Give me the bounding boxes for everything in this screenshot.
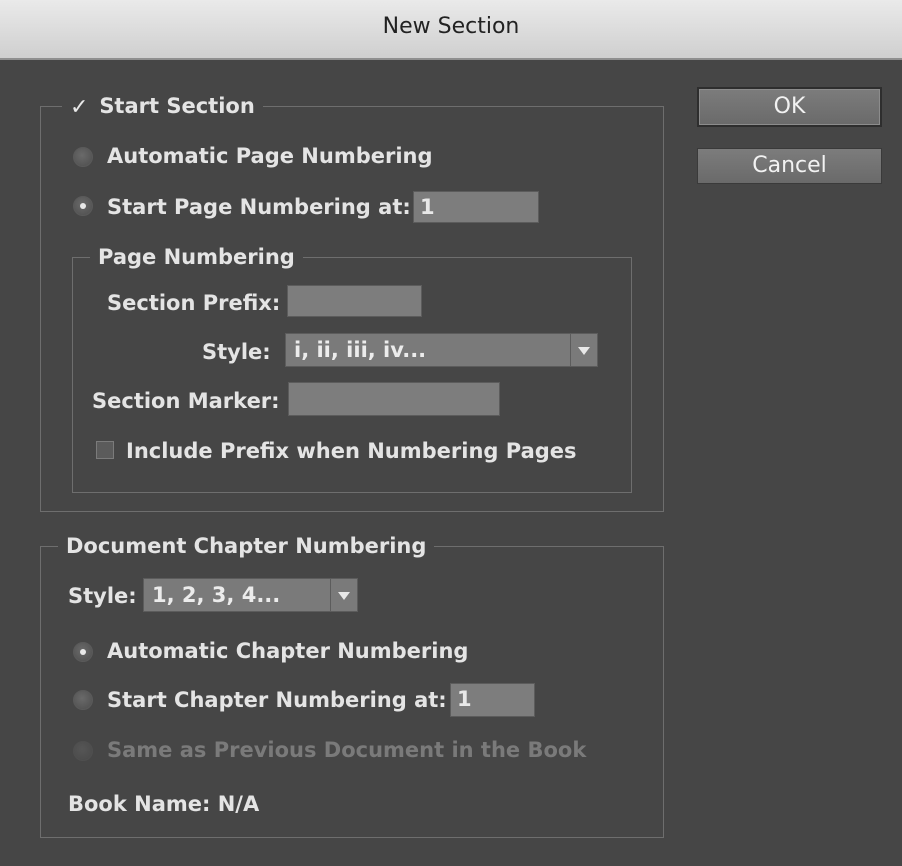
chapter-style-label: Style:: [68, 584, 137, 608]
section-prefix-input[interactable]: [287, 285, 422, 317]
chevron-down-icon: [338, 592, 350, 600]
same-as-previous-radio[interactable]: [73, 741, 93, 761]
same-as-previous-label: Same as Previous Document in the Book: [107, 738, 587, 762]
page-style-label: Style:: [202, 340, 271, 364]
page-style-dropdown[interactable]: [570, 334, 597, 366]
new-section-dialog: New Section OK Cancel ✓ Start Section Au…: [0, 0, 902, 866]
start-section-label: Start Section: [99, 94, 255, 118]
automatic-page-numbering-radio[interactable]: [73, 147, 93, 167]
section-marker-input[interactable]: [288, 382, 500, 416]
start-page-number-input[interactable]: 1: [413, 191, 539, 223]
cancel-button-label: Cancel: [752, 153, 827, 178]
page-numbering-legend: Page Numbering: [90, 243, 303, 271]
automatic-chapter-numbering-label: Automatic Chapter Numbering: [107, 639, 469, 663]
start-section-checkbox[interactable]: ✓: [70, 97, 92, 119]
include-prefix-label: Include Prefix when Numbering Pages: [126, 439, 577, 463]
chapter-style-dropdown[interactable]: [330, 579, 357, 611]
automatic-chapter-numbering-radio[interactable]: [73, 642, 93, 662]
dialog-title: New Section: [382, 14, 520, 39]
start-chapter-number-input[interactable]: 1: [450, 683, 535, 717]
book-name-label: Book Name: N/A: [68, 792, 260, 816]
title-bar: New Section: [0, 0, 902, 60]
include-prefix-checkbox[interactable]: [96, 441, 114, 459]
start-page-numbering-label: Start Page Numbering at:: [107, 195, 411, 219]
start-chapter-numbering-label: Start Chapter Numbering at:: [107, 688, 447, 712]
section-prefix-label: Section Prefix:: [107, 291, 281, 315]
cancel-button[interactable]: Cancel: [697, 148, 882, 184]
page-style-select[interactable]: i, ii, iii, iv...: [285, 333, 598, 367]
page-style-value: i, ii, iii, iv...: [294, 338, 427, 362]
chapter-style-value: 1, 2, 3, 4...: [152, 583, 281, 607]
automatic-page-numbering-label: Automatic Page Numbering: [107, 144, 433, 168]
start-chapter-numbering-radio[interactable]: [73, 690, 93, 710]
start-section-legend: ✓ Start Section: [62, 92, 263, 120]
chapter-style-select[interactable]: 1, 2, 3, 4...: [143, 578, 358, 612]
chevron-down-icon: [578, 347, 590, 355]
chapter-numbering-legend: Document Chapter Numbering: [58, 532, 435, 560]
start-page-numbering-radio[interactable]: [73, 196, 93, 216]
section-marker-label: Section Marker:: [92, 389, 280, 413]
ok-button-label: OK: [773, 94, 806, 119]
ok-button[interactable]: OK: [697, 87, 882, 127]
